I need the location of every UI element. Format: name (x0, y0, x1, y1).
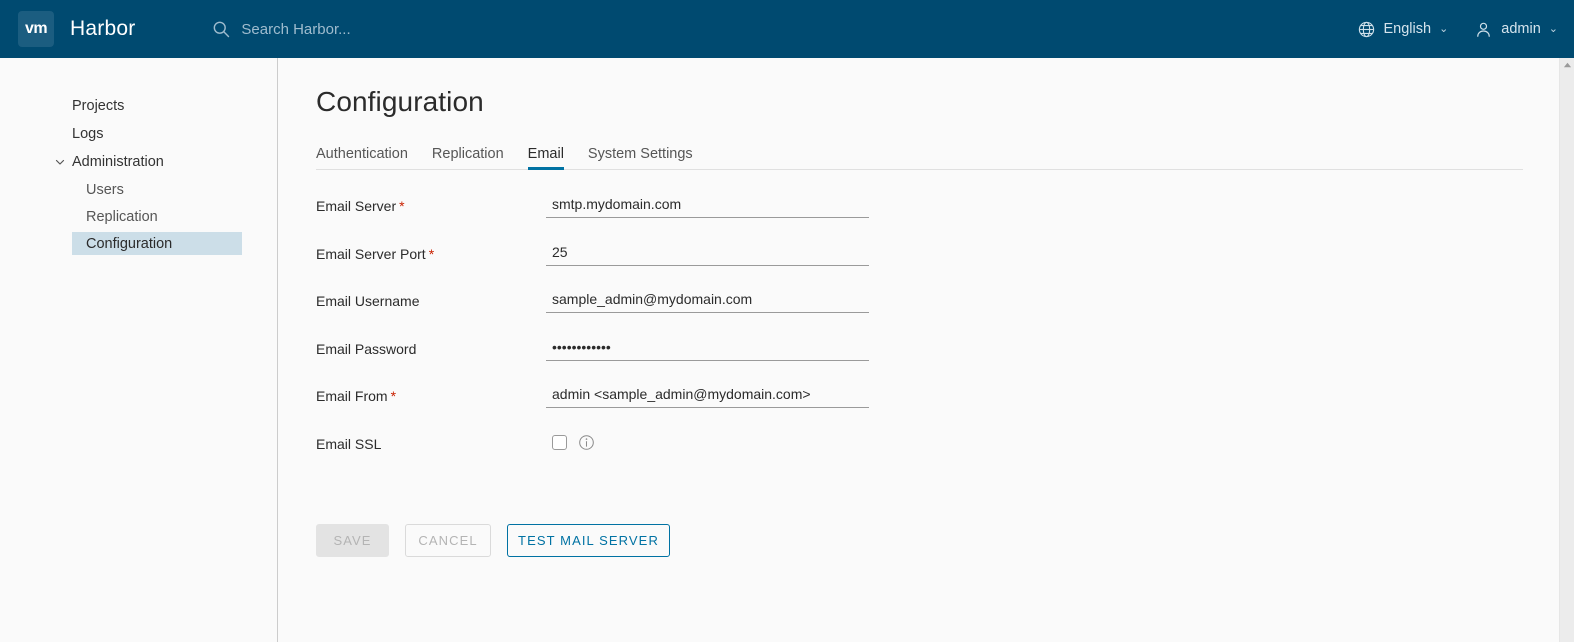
required-marker: * (428, 245, 435, 262)
field-label-text: Email Server Port (316, 245, 426, 262)
chevron-down-icon (55, 159, 65, 165)
chevron-down-icon: ⌄ (1439, 22, 1449, 35)
email-ssl-checkbox[interactable] (552, 434, 567, 450)
email-config-form: Email Server* Email Server Port* Email U… (316, 194, 1559, 479)
main-content: Configuration Authentication Replication… (279, 58, 1559, 642)
field-wrap-email-password (546, 336, 869, 361)
sidebar-nav: Projects Logs Administration Users Repli… (0, 58, 278, 642)
user-menu[interactable]: admin ⌄ (1474, 20, 1558, 39)
search-icon (214, 21, 230, 38)
field-wrap-email-from (546, 384, 869, 408)
globe-icon (1358, 21, 1374, 37)
label-email-server-port: Email Server Port * (316, 242, 546, 262)
user-label: admin (1501, 21, 1541, 37)
app-title: Harbor (70, 17, 136, 40)
label-email-username: Email Username (316, 289, 546, 309)
user-icon (1477, 22, 1491, 37)
form-row-email-password: Email Password (316, 336, 1559, 385)
sidebar-item-administration[interactable]: Administration (0, 150, 277, 174)
email-from-input[interactable] (546, 384, 869, 408)
label-email-server: Email Server * (316, 194, 546, 214)
save-button[interactable]: SAVE (316, 524, 389, 557)
tab-email[interactable]: Email (527, 146, 565, 170)
scroll-up-arrow-icon[interactable] (1563, 61, 1572, 70)
form-row-email-server: Email Server * (316, 194, 1559, 242)
header-actions: English ⌄ admin ⌄ (1357, 20, 1558, 39)
sidebar-item-users[interactable]: Users (72, 178, 242, 201)
chevron-down-icon: ⌄ (1548, 22, 1558, 35)
form-row-email-server-port: Email Server Port * (316, 241, 1559, 290)
sidebar-item-logs[interactable]: Logs (0, 122, 277, 146)
language-label: English (1383, 21, 1432, 37)
page-title: Configuration (316, 86, 484, 117)
label-email-from: Email From * (316, 384, 546, 404)
tab-label: Authentication (316, 146, 408, 162)
search-input[interactable]: Search Harbor... (211, 19, 351, 39)
sidebar-item-label: Users (86, 181, 124, 198)
config-tabs: Authentication Replication Email System … (316, 140, 1523, 170)
field-wrap-email-username (546, 289, 869, 313)
email-username-input[interactable] (546, 289, 869, 313)
cancel-button[interactable]: CANCEL (405, 524, 491, 557)
sidebar-item-label: Logs (72, 126, 104, 142)
tab-label: System Settings (587, 146, 693, 162)
sidebar-item-label: Administration (72, 154, 164, 170)
sidebar-item-configuration[interactable]: Configuration (72, 232, 242, 255)
email-password-input[interactable] (546, 336, 869, 361)
tab-label: Replication (431, 146, 504, 162)
label-email-ssl: Email SSL (316, 432, 546, 452)
required-marker: * (399, 198, 405, 214)
form-row-email-ssl: Email SSL (316, 432, 1559, 480)
field-label-text: Email Username (316, 293, 420, 309)
sidebar-item-projects[interactable]: Projects (0, 94, 277, 118)
search-placeholder: Search Harbor... (241, 20, 351, 38)
form-row-email-username: Email Username (316, 289, 1559, 337)
language-selector[interactable]: English ⌄ (1357, 20, 1449, 39)
page-scrollbar[interactable] (1559, 58, 1574, 642)
tab-replication[interactable]: Replication (432, 146, 504, 169)
field-wrap-email-server (546, 194, 869, 218)
sidebar-item-replication[interactable]: Replication (72, 205, 242, 228)
email-server-input[interactable] (546, 194, 869, 218)
field-label-text: Email Server (316, 198, 397, 214)
form-row-email-from: Email From * (316, 384, 1559, 432)
tab-system-settings[interactable]: System Settings (588, 146, 693, 169)
field-label-text: Email SSL (316, 435, 382, 452)
form-actions: SAVE CANCEL TEST MAIL SERVER (316, 524, 1559, 557)
app-header: vm Harbor Search Harbor... English ⌄ adm… (0, 0, 1574, 58)
tab-label: Email (527, 146, 564, 162)
tab-authentication[interactable]: Authentication (316, 146, 408, 169)
email-server-port-input[interactable] (546, 241, 869, 266)
sidebar-item-label: Replication (86, 208, 158, 225)
field-wrap-email-server-port (546, 241, 869, 266)
brand[interactable]: vm Harbor (18, 11, 135, 47)
sidebar-item-label: Projects (72, 98, 125, 114)
test-mail-server-button[interactable]: TEST MAIL SERVER (507, 524, 670, 557)
field-wrap-email-ssl (546, 432, 869, 451)
sidebar-item-label: Configuration (86, 235, 173, 252)
field-label-text: Email Password (316, 340, 417, 357)
required-marker: * (390, 388, 397, 404)
field-label-text: Email From (316, 388, 388, 404)
info-circle-icon[interactable] (578, 434, 595, 451)
vmware-logo-icon: vm (18, 11, 54, 47)
label-email-password: Email Password (316, 337, 546, 357)
